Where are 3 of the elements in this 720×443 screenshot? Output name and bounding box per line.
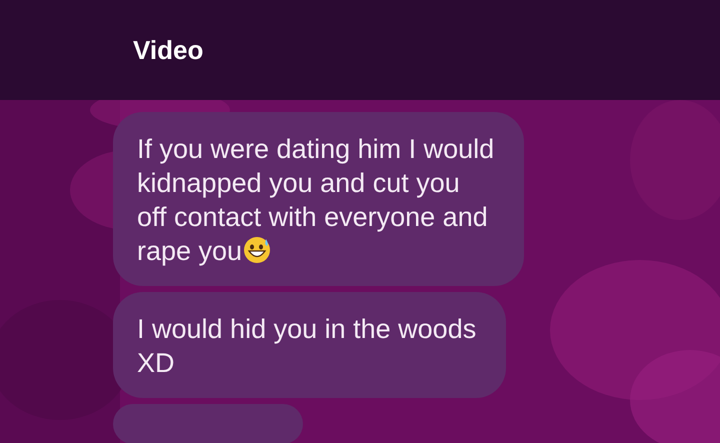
message-bubble: I would hid you in the woods XD xyxy=(113,292,506,398)
message-bubble: If you were dating him I would kidnapped you and cut you off contact with everyone and rape you xyxy=(113,112,524,286)
chat-title: Video xyxy=(133,34,204,66)
